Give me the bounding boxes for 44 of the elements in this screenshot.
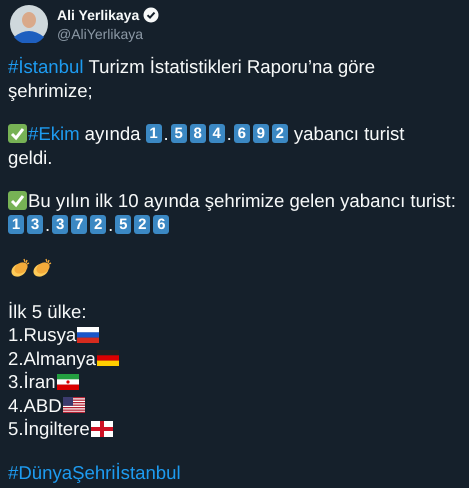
flag-icon [62, 397, 85, 414]
tweet-text: yabancı turist [294, 122, 404, 146]
hashtag-link[interactable]: #İstanbul [8, 55, 84, 78]
keycap-digit: 6 [153, 214, 170, 234]
author-handle: @AliYerlikaya [57, 26, 144, 42]
tweet-text: geldi. [8, 146, 52, 169]
hashtag-link[interactable]: #DünyaŞehriİstanbul [8, 462, 181, 482]
digit-separator: . [108, 214, 114, 234]
flag-icon [96, 350, 119, 366]
keycap-digit: 8 [190, 124, 206, 144]
keycap-digit: 5 [115, 214, 132, 234]
keycap-digit: 2 [134, 214, 150, 234]
keycap-digit: 5 [170, 124, 187, 144]
tweet-text: Turizm İstatistikleri Raporu’na göre [88, 55, 376, 78]
list-title: İlk 5 ülke: [8, 300, 88, 323]
keycap-digit: 3 [27, 214, 43, 234]
country-name: 1.Rusya [8, 323, 76, 346]
keycap-digit: 9 [252, 124, 269, 144]
tweet-text: şehrimize; [8, 78, 93, 102]
country-name: 3.İran [8, 370, 56, 394]
flag-icon [77, 326, 100, 343]
country-name: 2.Almanya [8, 346, 96, 370]
keycap-digit: 3 [52, 214, 68, 234]
country-name: 4.ABD [8, 394, 62, 417]
keycap-digit: 2 [90, 214, 106, 234]
keycap-digit: 6 [234, 124, 250, 144]
avatar [10, 5, 48, 43]
keycap-digit: 1 [8, 214, 24, 234]
digit-separator: . [45, 214, 50, 234]
hashtag-link[interactable]: #Ekim [28, 122, 80, 146]
tweet-text: Bu yılın ilk 10 ayında şehrimize gelen yabancı turist: [28, 189, 456, 212]
digit-separator: . [226, 124, 232, 144]
flag-icon [56, 374, 79, 390]
tweet-text: ayında [84, 122, 140, 146]
digit-separator: . [164, 124, 169, 144]
keycap-digit: 1 [146, 124, 162, 144]
keycap-digit: 2 [272, 124, 288, 144]
author-name: Ali Yerlikaya [57, 6, 140, 22]
country-name: 5.İngiltere [8, 417, 90, 440]
flag-icon [90, 420, 113, 437]
keycap-digit: 4 [208, 124, 225, 144]
check-icon [8, 191, 27, 210]
check-icon [8, 124, 27, 144]
keycap-digit: 7 [71, 214, 88, 234]
